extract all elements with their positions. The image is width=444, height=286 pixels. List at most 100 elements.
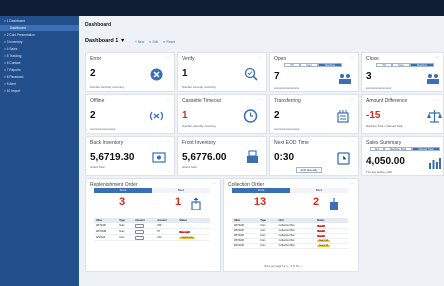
card-amount-difference[interactable]: Amount Difference ⋯ -15 Machine Total + …: [361, 94, 444, 134]
tab-back[interactable]: Back: [152, 188, 210, 193]
signal-off-icon: [149, 111, 164, 121]
table-row[interactable]: WF7E08 Coin Collection Box Near Full: [232, 243, 348, 249]
card-menu-icon[interactable]: ⋯: [350, 55, 354, 60]
cell: WS7E0I: [94, 234, 118, 241]
card-value: 1: [182, 68, 188, 79]
back-count: 1: [174, 196, 182, 208]
sidebar-item-cold-presentation[interactable]: > 2 Cold Presentation: [0, 32, 79, 38]
status-badge: Full: [316, 235, 325, 237]
cell: Coin: [258, 243, 277, 249]
sidebar-item-reports[interactable]: > 7 Reports: [0, 67, 79, 73]
segment-all[interactable]: ALL: [370, 147, 384, 151]
segment-user[interactable]: User: [300, 63, 318, 67]
dashboard-select[interactable]: Dashboard 1 ▼: [85, 38, 125, 44]
card-close[interactable]: Close ⋯ TO User Machine 3 xxxxxxxxxxxxxx…: [361, 52, 444, 92]
sidebar-item-password[interactable]: > 8 Password: [0, 74, 79, 80]
card-menu-icon[interactable]: ⋯: [166, 55, 170, 60]
tab-back[interactable]: Back: [290, 188, 348, 193]
table-row[interactable]: WS7E0I Coin 120 Kept Empty: [94, 234, 210, 241]
sidebar-item-contact[interactable]: > 6 Contact: [0, 60, 79, 66]
card-open[interactable]: Open ⋯ TO User Machine 7 xxxxxxxxxxxxxxx…: [269, 52, 359, 92]
card-title: Close: [366, 56, 379, 62]
card-menu-icon[interactable]: ⋯: [435, 97, 439, 102]
front-count: 3: [118, 196, 126, 208]
card-menu-icon[interactable]: ⋯: [166, 139, 170, 144]
card-next-eod-time[interactable]: Next EOD Time ⋯ 0:30 EOD Manually: [269, 136, 359, 176]
sidebar-item-inventory[interactable]: > 3 Inventory: [0, 39, 79, 45]
reset-button[interactable]: ⟳ Reset: [163, 40, 175, 44]
cell: Kept Empty: [177, 234, 210, 241]
card-menu-icon[interactable]: ⋯: [258, 97, 262, 102]
segment-to[interactable]: TO: [376, 63, 392, 67]
card-title: Verify: [182, 56, 195, 62]
segment-machine-total[interactable]: Machine Total: [384, 147, 412, 151]
card-menu-icon[interactable]: ⋯: [350, 139, 354, 144]
cell: [133, 234, 156, 241]
card-subtitle: Machine Total + Manual Total: [366, 124, 403, 128]
card-menu-icon[interactable]: ⋯: [435, 55, 439, 60]
amount-box[interactable]: [135, 229, 144, 234]
card-verify[interactable]: Verify ⋯ 1 Number currently occurring: [177, 52, 267, 92]
sidebar-item-alert[interactable]: > 9 Alert: [0, 81, 79, 87]
card-value: 3: [366, 71, 372, 82]
card-value: 7: [274, 71, 280, 82]
collection-box-icon: [330, 198, 338, 210]
card-menu-icon[interactable]: ⋯: [350, 97, 354, 102]
card-value: 2: [274, 110, 280, 121]
cell: Collection Box: [276, 243, 315, 249]
card-error[interactable]: Error ⋯ 2 Number currently occurring: [85, 52, 175, 92]
card-back-inventory[interactable]: Back Inventory ⋯ 5,6719.30 Grand Total: [85, 136, 175, 176]
amount-box[interactable]: [135, 223, 144, 228]
card-value: 5,6776.00: [182, 152, 227, 163]
tab-front[interactable]: Front: [232, 188, 290, 193]
card-title: Back Inventory: [90, 140, 124, 146]
segment-machine[interactable]: Machine: [410, 63, 434, 67]
status-badge: Near Full: [316, 240, 331, 242]
sidebar-item-import[interactable]: > 10 Import: [0, 88, 79, 94]
bar-chart-icon: [429, 158, 441, 169]
edit-button[interactable]: ✎ Edit: [149, 40, 158, 44]
segment-to[interactable]: TO: [284, 63, 300, 67]
card-menu-icon[interactable]: ⋯: [212, 181, 216, 186]
card-menu-icon[interactable]: ⋯: [258, 139, 262, 144]
card-menu-icon[interactable]: ⋯: [350, 181, 354, 186]
card-offline[interactable]: Offline ⋯ 2 xxxxxxxxxxxxxxxxxx: [85, 94, 175, 134]
sidebar-item-dashboard[interactable]: Dashboard: [0, 25, 79, 31]
segment-machine[interactable]: Machine: [318, 63, 342, 67]
card-value: 5,6719.30: [90, 152, 135, 163]
cell: WF7E08: [232, 243, 259, 249]
replenishment-table: Allas Type Amount Amount Status WF7E08 N…: [94, 218, 210, 241]
card-title: Error: [90, 56, 102, 62]
card-front-inventory[interactable]: Front Inventory ⋯ 5,6776.00 Grand Total: [177, 136, 267, 176]
sidebar-item-sales[interactable]: > 4 Sales: [0, 46, 79, 52]
alarm-clock-icon: [337, 152, 350, 165]
tab-front[interactable]: Front: [94, 188, 152, 193]
sidebar-item-tracking[interactable]: > 5 Tracking: [0, 53, 79, 59]
status-badge: Urgent: [179, 231, 191, 233]
card-title: Cassette Timeout: [182, 98, 221, 104]
sidebar-item-dashboard-group[interactable]: > 1 Dashboard: [0, 18, 79, 24]
back-count: 2: [312, 196, 320, 208]
card-subtitle: xxxxxxxxxxxxxxxxxx: [274, 127, 300, 131]
card-sales-summary[interactable]: Sales Summary ALL Machine Total Manual T…: [361, 136, 444, 176]
sidebar: > 1 Dashboard Dashboard > 2 Cold Present…: [0, 16, 79, 286]
card-value: 4,050.00: [366, 156, 405, 167]
card-title: Amount Difference: [366, 98, 408, 104]
card-menu-icon[interactable]: ⋯: [166, 97, 170, 102]
card-transferring[interactable]: Transferring ⋯ 2 xxxxxxxxxxxxxxxxxx: [269, 94, 359, 134]
scale-icon: [427, 110, 442, 123]
card-title: Open: [274, 56, 287, 62]
card-cassette-timeout[interactable]: Cassette Timeout ⋯ 1 Number currently oc…: [177, 94, 267, 134]
card-value: -15: [366, 110, 381, 121]
eod-manually-button[interactable]: EOD Manually: [296, 167, 322, 173]
card-subtitle: xxxxxxxxxxxxxxxxxx: [366, 86, 392, 90]
amount-box[interactable]: [135, 235, 144, 240]
new-button[interactable]: + New: [135, 40, 144, 44]
segment-manual-total[interactable]: Manual Total: [412, 147, 440, 151]
table-pager[interactable]: Items per page 5 ▾ 1 – 5 of 15 ‹ ›: [264, 265, 302, 268]
card-menu-icon[interactable]: ⋯: [258, 55, 262, 60]
card-subtitle: xxxxxxxxxxxxxxxxxx: [90, 127, 116, 131]
magnifier-check-icon: [244, 67, 258, 81]
segment-user[interactable]: User: [392, 63, 410, 67]
cassette-up-icon: [191, 198, 201, 210]
